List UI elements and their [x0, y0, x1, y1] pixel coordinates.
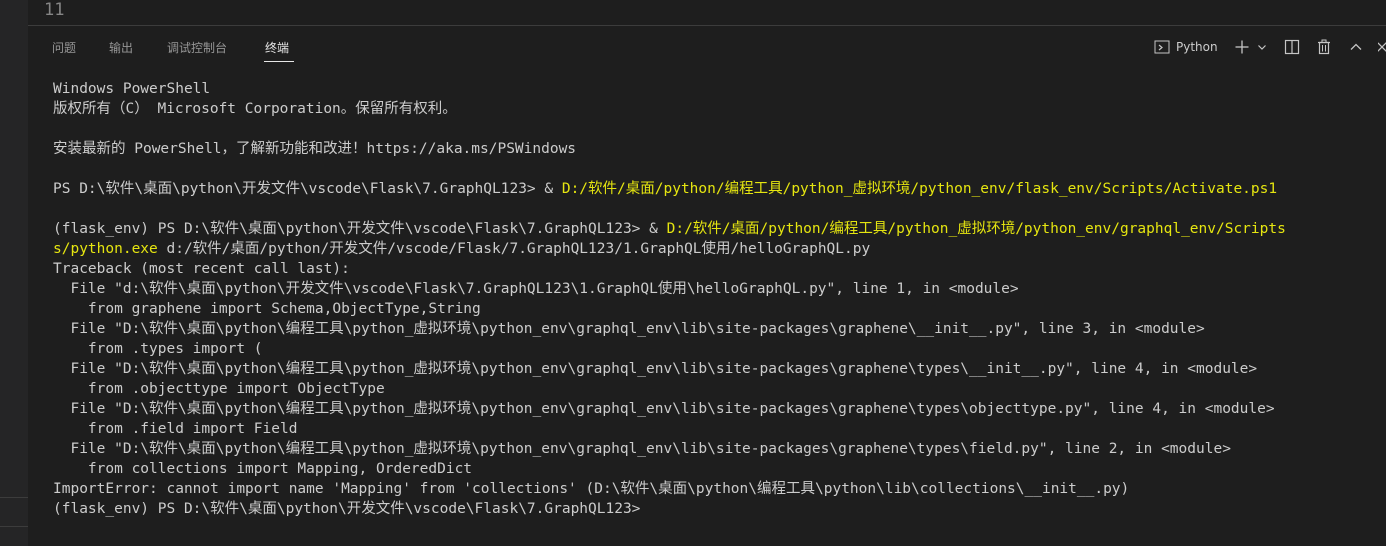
terminal-profile-label: Python — [1176, 40, 1218, 54]
divider — [0, 497, 28, 498]
terminal-output[interactable]: Windows PowerShell 版权所有（C） Microsoft Corp… — [53, 79, 1386, 519]
terminal-text: File "D:\软件\桌面\python\编程工具\python_虚拟环境\p… — [53, 441, 1231, 457]
terminal-highlight-text: D:/软件/桌面/python/编程工具/python_虚拟环境/python_… — [666, 221, 1286, 237]
terminal-line: from .objecttype import ObjectType — [53, 379, 1386, 399]
terminal-line: from graphene import Schema,ObjectType,S… — [53, 299, 1386, 319]
terminal-text: d:/软件/桌面/python/开发文件/vscode/Flask/7.Grap… — [157, 241, 871, 257]
terminal-text: 安装最新的 PowerShell，了解新功能和改进！https://aka.ms… — [53, 141, 577, 157]
terminal-line: from .types import ( — [53, 339, 1386, 359]
terminal-text: File "D:\软件\桌面\python\编程工具\python_虚拟环境\p… — [53, 361, 1258, 377]
terminal-line: PS D:\软件\桌面\python\开发文件\vscode\Flask\7.G… — [53, 179, 1386, 199]
terminal-line: File "D:\软件\桌面\python\编程工具\python_虚拟环境\p… — [53, 319, 1386, 339]
editor-peek — [28, 0, 1386, 26]
terminal-line: from .field import Field — [53, 419, 1386, 439]
terminal-line: File "D:\软件\桌面\python\编程工具\python_虚拟环境\p… — [53, 399, 1386, 419]
terminal-text: PS D:\软件\桌面\python\开发文件\vscode\Flask\7.G… — [53, 181, 562, 197]
close-icon — [1378, 40, 1386, 54]
terminal-highlight-text: D:/软件/桌面/python/编程工具/python_虚拟环境/python_… — [561, 181, 1278, 197]
terminal-text: from collections import Mapping, Ordered… — [53, 461, 473, 477]
chevron-up-icon — [1349, 40, 1363, 54]
maximize-panel-button[interactable] — [1348, 37, 1364, 57]
terminal-line: from collections import Mapping, Ordered… — [53, 459, 1386, 479]
terminal-line: (flask_env) PS D:\软件\桌面\python\开发文件\vsco… — [53, 219, 1386, 239]
terminal-text: ImportError: cannot import name 'Mapping… — [53, 481, 1130, 497]
terminal-text: from .types import ( — [53, 341, 263, 357]
terminal-text: File "D:\软件\桌面\python\编程工具\python_虚拟环境\p… — [53, 321, 1205, 337]
terminal-text: Traceback (most recent call last): — [53, 261, 350, 277]
split-terminal-button[interactable] — [1283, 37, 1301, 57]
plus-icon — [1234, 39, 1250, 55]
terminal-line: File "D:\软件\桌面\python\编程工具\python_虚拟环境\p… — [53, 439, 1386, 459]
close-panel-button[interactable] — [1378, 37, 1386, 57]
activity-strip — [0, 0, 28, 546]
terminal-text: from graphene import Schema,ObjectType,S… — [53, 301, 481, 317]
terminal-line: File "d:\软件\桌面\python\开发文件\vscode\Flask\… — [53, 279, 1386, 299]
terminal-text: (flask_env) PS D:\软件\桌面\python\开发文件\vsco… — [53, 221, 667, 237]
editor-line-number: 11 — [44, 0, 65, 20]
trash-icon — [1316, 39, 1332, 55]
terminal-text: (flask_env) PS D:\软件\桌面\python\开发文件\vsco… — [53, 501, 641, 517]
terminal-line: Traceback (most recent call last): — [53, 259, 1386, 279]
launch-profile-dropdown[interactable] — [1256, 37, 1268, 57]
terminal-profile-button[interactable]: Python — [1154, 37, 1218, 57]
terminal-text: File "D:\软件\桌面\python\编程工具\python_虚拟环境\p… — [53, 401, 1275, 417]
active-tab-indicator — [264, 61, 294, 62]
panel-toolbar: Python — [28, 37, 1386, 57]
panel-header: 问题 输出 调试控制台 终端 Python — [28, 26, 1386, 66]
new-terminal-button[interactable] — [1234, 37, 1250, 57]
terminal-line: 安装最新的 PowerShell，了解新功能和改进！https://aka.ms… — [53, 139, 1386, 159]
terminal-line: ImportError: cannot import name 'Mapping… — [53, 479, 1386, 499]
terminal-line: File "D:\软件\桌面\python\编程工具\python_虚拟环境\p… — [53, 359, 1386, 379]
terminal-line: (flask_env) PS D:\软件\桌面\python\开发文件\vsco… — [53, 499, 1386, 519]
terminal-text: from .objecttype import ObjectType — [53, 381, 385, 397]
terminal-text: from .field import Field — [53, 421, 298, 437]
terminal-icon — [1154, 39, 1170, 55]
divider — [0, 526, 28, 527]
terminal-highlight-text: s/python.exe — [53, 241, 158, 257]
terminal-line: 版权所有（C） Microsoft Corporation。保留所有权利。 — [53, 99, 1386, 119]
terminal-line: s/python.exe d:/软件/桌面/python/开发文件/vscode… — [53, 239, 1386, 259]
split-icon — [1284, 39, 1300, 55]
chevron-down-icon — [1257, 42, 1267, 52]
terminal-text: Windows PowerShell — [53, 81, 211, 97]
terminal-line: Windows PowerShell — [53, 79, 1386, 99]
kill-terminal-button[interactable] — [1315, 37, 1333, 57]
terminal-text: File "d:\软件\桌面\python\开发文件\vscode\Flask\… — [53, 281, 1019, 297]
terminal-text: 版权所有（C） Microsoft Corporation。保留所有权利。 — [53, 101, 457, 117]
